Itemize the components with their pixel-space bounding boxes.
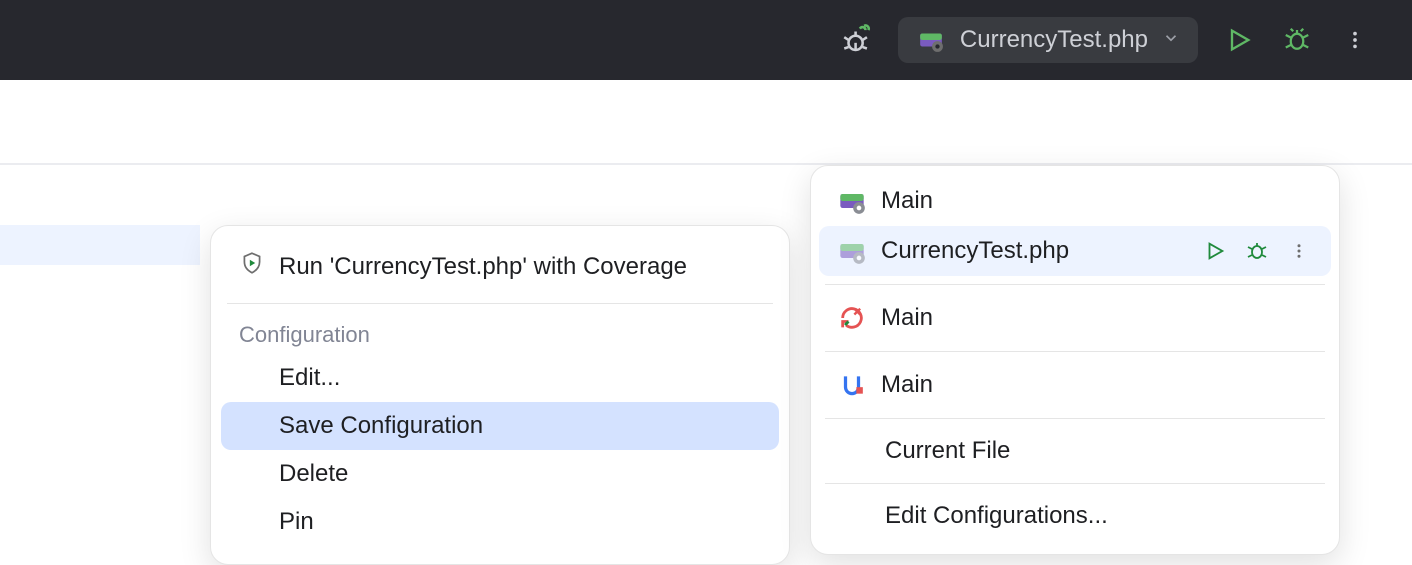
edit-label: Edit... (279, 364, 340, 392)
run-configuration-selector[interactable]: CurrencyTest.php (898, 17, 1198, 63)
chevron-down-icon (1162, 26, 1180, 54)
run-config-item[interactable]: Main (819, 176, 1331, 226)
kebab-icon[interactable] (1285, 237, 1313, 265)
run-config-item-label: Main (881, 304, 933, 332)
run-config-item-label: Main (881, 187, 933, 215)
more-actions-icon[interactable] (1338, 23, 1372, 57)
delete-configuration-item[interactable]: Delete (221, 450, 779, 498)
run-with-coverage-label: Run 'CurrencyTest.php' with Coverage (279, 253, 687, 281)
dropdown-separator (825, 483, 1325, 484)
phpstorm-config-icon (916, 25, 946, 55)
pin-label: Pin (279, 508, 314, 536)
configuration-section-header: Configuration (221, 314, 779, 354)
main-toolbar: CurrencyTest.php (0, 0, 1412, 80)
save-configuration-item[interactable]: Save Configuration (221, 402, 779, 450)
debug-button[interactable] (1280, 23, 1314, 57)
run-config-item[interactable]: CurrencyTest.php (819, 226, 1331, 276)
save-label: Save Configuration (279, 412, 483, 440)
phpstorm-muted-icon (837, 236, 867, 266)
shield-run-icon (239, 250, 265, 283)
menu-separator (227, 303, 773, 304)
run-icon[interactable] (1201, 237, 1229, 265)
run-config-item-label: CurrencyTest.php (881, 237, 1069, 265)
run-config-item-label: Current File (885, 437, 1010, 465)
phpstorm-icon (837, 186, 867, 216)
delete-label: Delete (279, 460, 348, 488)
editor-area: Run 'CurrencyTest.php' with Coverage Con… (0, 80, 1412, 504)
edit-configuration-item[interactable]: Edit... (221, 354, 779, 402)
pin-configuration-item[interactable]: Pin (221, 498, 779, 546)
reload-fail-icon (837, 303, 867, 333)
debug-icon[interactable] (1243, 237, 1271, 265)
u-icon-icon (837, 370, 867, 400)
ai-bug-icon[interactable] (840, 23, 874, 57)
run-button[interactable] (1222, 23, 1256, 57)
run-config-item[interactable]: Current File (819, 427, 1331, 475)
dropdown-separator (825, 284, 1325, 285)
gutter-highlight (0, 225, 200, 265)
context-menu: Run 'CurrencyTest.php' with Coverage Con… (210, 225, 790, 565)
run-config-item-label: Main (881, 371, 933, 399)
run-configuration-label: CurrencyTest.php (960, 26, 1148, 54)
run-config-item-label: Edit Configurations... (885, 502, 1108, 530)
run-config-item[interactable]: Main (819, 293, 1331, 343)
run-config-item[interactable]: Edit Configurations... (819, 492, 1331, 540)
run-with-coverage-item[interactable]: Run 'CurrencyTest.php' with Coverage (221, 240, 779, 293)
dropdown-separator (825, 351, 1325, 352)
run-configurations-dropdown: Main CurrencyTest.php Main Main Current File… (810, 165, 1340, 555)
run-config-item[interactable]: Main (819, 360, 1331, 410)
dropdown-separator (825, 418, 1325, 419)
